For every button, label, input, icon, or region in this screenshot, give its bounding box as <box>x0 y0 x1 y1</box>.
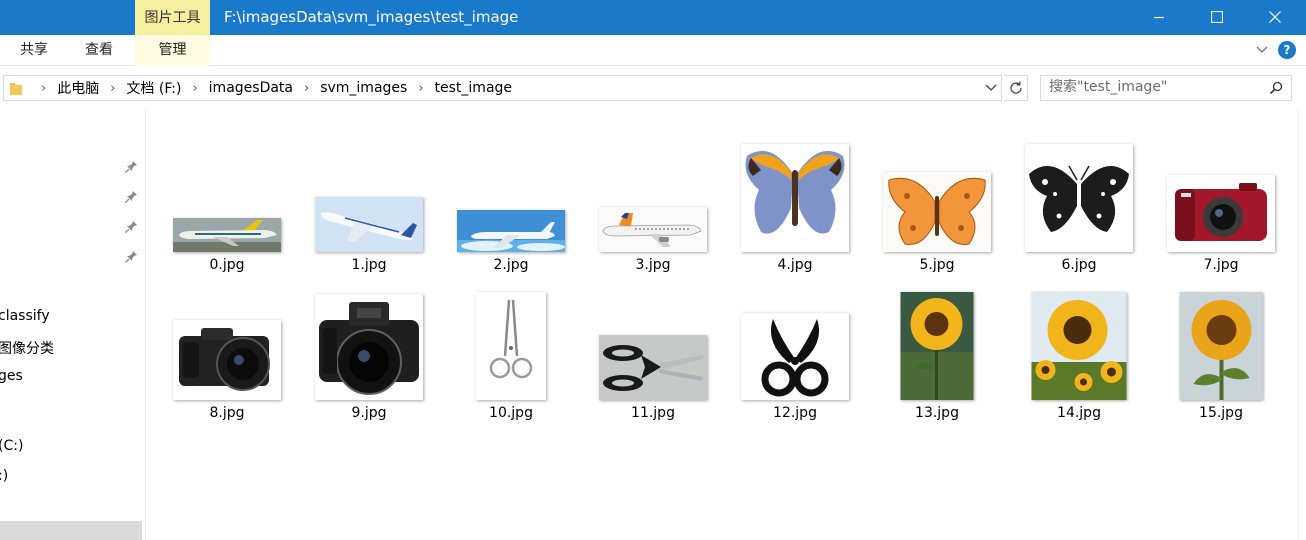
file-item[interactable]: 2.jpg <box>447 124 575 274</box>
search-input[interactable] <box>1049 79 1259 95</box>
file-name[interactable]: 4.jpg <box>731 257 859 273</box>
file-name[interactable]: 10.jpg <box>447 405 575 421</box>
nav-item-classify[interactable]: classify <box>0 308 50 324</box>
vertical-scrollbar[interactable] <box>1298 110 1306 540</box>
breadcrumb-test-image[interactable]: test_image <box>433 80 515 96</box>
chevron-right-icon[interactable]: › <box>41 81 46 96</box>
scissors-thumbnail[interactable] <box>599 335 707 400</box>
file-name[interactable]: 3.jpg <box>589 257 717 273</box>
file-name[interactable]: 13.jpg <box>873 405 1001 421</box>
tab-manage[interactable]: 管理 <box>135 35 210 66</box>
sunflower-thumbnail[interactable] <box>1179 292 1263 400</box>
folder-icon <box>10 82 22 95</box>
camera-thumbnail[interactable] <box>173 320 281 400</box>
address-dropdown-icon[interactable] <box>985 81 997 95</box>
scissors-thumbnail[interactable] <box>741 313 849 400</box>
scissors-thumbnail[interactable] <box>476 292 546 400</box>
file-name[interactable]: 7.jpg <box>1157 257 1285 273</box>
file-name[interactable]: 8.jpg <box>163 405 291 421</box>
navigation-pane: classify 图像分类 ges (C:) :) <box>0 110 146 540</box>
chevron-right-icon[interactable]: › <box>418 81 423 96</box>
pin-icon[interactable] <box>124 220 138 234</box>
airplane-thumbnail[interactable] <box>173 218 281 252</box>
nav-selected-item[interactable] <box>0 521 142 540</box>
minimize-icon <box>1154 16 1164 19</box>
file-grid: 0.jpg 1.jpg 2.jpg 3.jpg 4.jpg 5.jpg 6.jpg 7.jpg… <box>146 110 1298 540</box>
breadcrumb-drive-f[interactable]: 文档 (F:) <box>124 78 183 98</box>
file-item[interactable]: 6.jpg <box>1015 124 1143 274</box>
sunflower-thumbnail[interactable] <box>1031 292 1127 400</box>
maximize-icon <box>1211 11 1223 23</box>
pin-icon[interactable] <box>124 190 138 204</box>
picture-tools-tab[interactable]: 图片工具 <box>135 0 210 35</box>
file-item[interactable]: 1.jpg <box>305 124 433 274</box>
butterfly-thumbnail[interactable] <box>741 144 849 252</box>
file-item[interactable]: 11.jpg <box>589 272 717 422</box>
file-item[interactable]: 9.jpg <box>305 272 433 422</box>
refresh-icon <box>1009 81 1022 94</box>
nav-item-image-classification[interactable]: 图像分类 <box>0 338 54 358</box>
address-bar[interactable]: › 此电脑 › 文档 (F:) › imagesData › svm_image… <box>3 75 1002 101</box>
file-name[interactable]: 6.jpg <box>1015 257 1143 273</box>
breadcrumb-svm-images[interactable]: svm_images <box>318 80 409 96</box>
file-item[interactable]: 12.jpg <box>731 272 859 422</box>
butterfly-thumbnail[interactable] <box>1025 144 1133 252</box>
chevron-right-icon[interactable]: › <box>110 81 115 96</box>
file-name[interactable]: 15.jpg <box>1157 405 1285 421</box>
nav-item-images[interactable]: ges <box>0 368 23 384</box>
nav-item-drive-c[interactable]: (C:) <box>0 438 23 454</box>
camera-thumbnail[interactable] <box>1167 175 1275 252</box>
file-item[interactable]: 14.jpg <box>1015 272 1143 422</box>
file-name[interactable]: 9.jpg <box>305 405 433 421</box>
search-box[interactable] <box>1040 75 1292 101</box>
sunflower-thumbnail[interactable] <box>900 292 974 400</box>
breadcrumb-imagesdata[interactable]: imagesData <box>207 80 295 96</box>
file-item[interactable]: 4.jpg <box>731 124 859 274</box>
file-item[interactable]: 3.jpg <box>589 124 717 274</box>
file-item[interactable]: 13.jpg <box>873 272 1001 422</box>
file-name[interactable]: 12.jpg <box>731 405 859 421</box>
expand-ribbon-chevron-icon[interactable] <box>1256 46 1268 54</box>
airplane-thumbnail[interactable] <box>315 197 423 252</box>
title-bar: 图片工具 F:\imagesData\svm_images\test_image <box>0 0 1306 35</box>
minimize-button[interactable] <box>1130 0 1188 34</box>
tab-view[interactable]: 查看 <box>85 35 113 66</box>
file-name[interactable]: 11.jpg <box>589 405 717 421</box>
airplane-thumbnail[interactable] <box>599 207 707 252</box>
help-icon[interactable]: ? <box>1278 41 1296 59</box>
refresh-button[interactable] <box>1004 75 1028 101</box>
pin-icon[interactable] <box>124 160 138 174</box>
airplane-thumbnail[interactable] <box>457 210 565 252</box>
maximize-button[interactable] <box>1188 0 1246 34</box>
close-button[interactable] <box>1246 0 1304 34</box>
file-item[interactable]: 5.jpg <box>873 124 1001 274</box>
tab-share[interactable]: 共享 <box>20 35 48 66</box>
file-name[interactable]: 0.jpg <box>163 257 291 273</box>
file-item[interactable]: 7.jpg <box>1157 124 1285 274</box>
file-name[interactable]: 2.jpg <box>447 257 575 273</box>
chevron-right-icon[interactable]: › <box>304 81 309 96</box>
file-name[interactable]: 14.jpg <box>1015 405 1143 421</box>
file-name[interactable]: 1.jpg <box>305 257 433 273</box>
camera-thumbnail[interactable] <box>315 294 423 400</box>
search-icon[interactable] <box>1269 81 1283 95</box>
close-icon <box>1269 11 1281 23</box>
butterfly-thumbnail[interactable] <box>883 172 991 252</box>
chevron-right-icon[interactable]: › <box>192 81 197 96</box>
file-item[interactable]: 8.jpg <box>163 272 291 422</box>
file-item[interactable]: 10.jpg <box>447 272 575 422</box>
pin-icon[interactable] <box>124 250 138 264</box>
breadcrumb-this-pc[interactable]: 此电脑 <box>55 78 101 98</box>
nav-item-drive[interactable]: :) <box>0 468 8 484</box>
ribbon: 共享 查看 管理 ? <box>0 35 1306 66</box>
file-item[interactable]: 0.jpg <box>163 124 291 274</box>
file-item[interactable]: 15.jpg <box>1157 272 1285 422</box>
file-name[interactable]: 5.jpg <box>873 257 1001 273</box>
window-title: F:\imagesData\svm_images\test_image <box>224 8 519 26</box>
